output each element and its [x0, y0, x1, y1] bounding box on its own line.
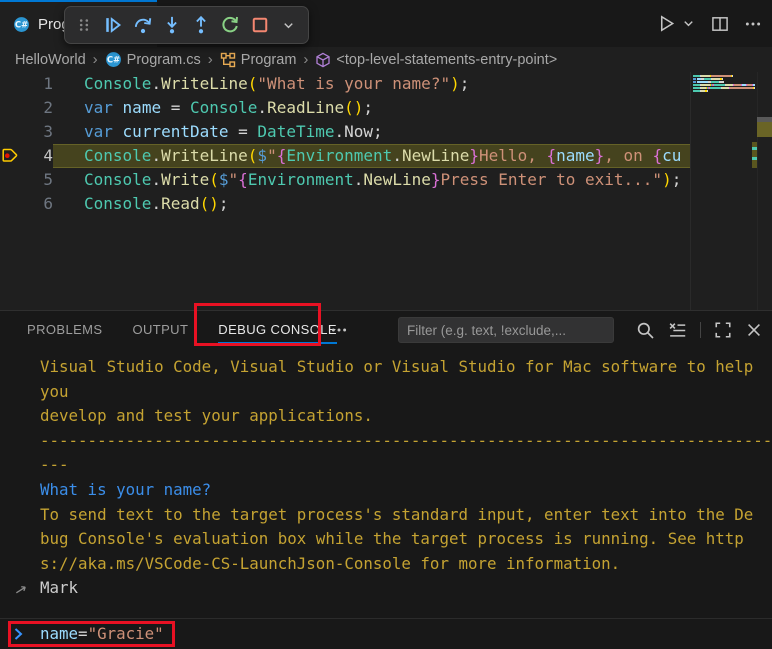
console-line: Visual Studio Code, Visual Studio or Vis… — [40, 355, 772, 380]
minimap-tick — [752, 157, 757, 160]
console-line: bug Console's evaluation box while the t… — [40, 527, 772, 552]
breadcrumb-label: HelloWorld — [15, 52, 86, 68]
continue-button[interactable] — [100, 10, 126, 40]
panel-header: PROBLEMS OUTPUT DEBUG CONSOLE — [0, 311, 772, 349]
bottom-panel: PROBLEMS OUTPUT DEBUG CONSOLE Visual Studi… — [0, 310, 772, 649]
ruler-current-line-marker — [757, 122, 772, 137]
code-editor[interactable]: 1Console.WriteLine("What is your name?")… — [0, 72, 772, 310]
console-input-text: name="Gracie" — [40, 624, 164, 643]
console-line: To send text to the target process's sta… — [40, 503, 772, 528]
stop-button[interactable] — [247, 10, 273, 40]
svg-text:C#: C# — [15, 21, 28, 31]
breadcrumb-label: Program — [241, 52, 297, 68]
panel-tabs: PROBLEMS OUTPUT DEBUG CONSOLE — [27, 311, 337, 349]
minimap-line — [693, 81, 757, 83]
breadcrumb-separator-icon: › — [208, 51, 213, 68]
editor-actions — [657, 0, 762, 47]
maximize-panel-icon[interactable] — [714, 321, 732, 339]
minimap-tick — [752, 147, 757, 150]
minimap-line — [693, 75, 757, 77]
breadcrumb-label: <top-level-statements-entry-point> — [336, 52, 557, 68]
code-text: var currentDate = DateTime.Now; — [53, 120, 690, 144]
current-statement-breakpoint-icon[interactable] — [1, 147, 19, 165]
code-line[interactable]: 2var name = Console.ReadLine(); — [0, 96, 690, 120]
code-line[interactable]: 1Console.WriteLine("What is your name?")… — [0, 72, 690, 96]
console-line: you — [40, 380, 772, 405]
breadcrumb-separator-icon: › — [303, 51, 308, 68]
console-filter-input[interactable] — [398, 317, 614, 343]
code-text: Console.WriteLine($"{Environment.NewLine… — [53, 144, 690, 168]
code-lines: 1Console.WriteLine("What is your name?")… — [0, 72, 690, 310]
console-line: s://aka.ms/VSCode-CS-LaunchJson-Console … — [40, 552, 772, 577]
line-number[interactable]: 2 — [0, 96, 53, 120]
minimap-line — [693, 90, 757, 92]
console-line: Mark — [40, 576, 772, 601]
breadcrumb-item[interactable]: Program — [220, 52, 297, 68]
console-line: develop and test your applications. — [40, 404, 772, 429]
console-line: --- — [40, 453, 772, 478]
code-text: var name = Console.ReadLine(); — [53, 96, 690, 120]
line-number[interactable]: 5 — [0, 168, 53, 192]
breadcrumb-item[interactable]: HelloWorld — [15, 52, 86, 68]
input-echo-arrow-icon — [14, 580, 29, 605]
breadcrumb-label: Program.cs — [127, 52, 201, 68]
step-over-button[interactable] — [130, 10, 156, 40]
breadcrumb-item[interactable]: C# Program.cs — [105, 51, 201, 68]
code-line[interactable]: 5Console.Write($"{Environment.NewLine}Pr… — [0, 168, 690, 192]
close-panel-icon[interactable] — [745, 321, 763, 339]
minimap-highlight-strip — [752, 142, 757, 168]
csharp-file-icon: C# — [13, 16, 30, 33]
minimap-line — [693, 87, 757, 89]
console-input-chevron-icon — [10, 626, 26, 646]
debug-console-input[interactable]: name="Gracie" — [0, 618, 772, 648]
line-number[interactable]: 1 — [0, 72, 53, 96]
clear-console-icon[interactable] — [668, 321, 687, 340]
minimap-line — [693, 84, 757, 86]
breadcrumb-separator-icon: › — [93, 51, 98, 68]
line-number[interactable]: 3 — [0, 120, 53, 144]
restart-button[interactable] — [217, 10, 243, 40]
breadcrumb: HelloWorld › C# Program.cs › Program › <top-lev… — [0, 47, 772, 72]
split-editor-button[interactable] — [711, 15, 729, 33]
breadcrumb-item[interactable]: <top-level-statements-entry-point> — [315, 52, 557, 68]
panel-more-tabs-icon[interactable] — [330, 311, 348, 349]
run-dropdown-button[interactable] — [681, 16, 696, 31]
step-out-button[interactable] — [188, 10, 214, 40]
debug-options-dropdown-button[interactable] — [276, 10, 302, 40]
console-filter — [398, 317, 614, 343]
minimap[interactable] — [690, 72, 757, 310]
step-into-button[interactable] — [159, 10, 185, 40]
panel-separator — [700, 322, 701, 338]
overview-ruler[interactable] — [757, 72, 772, 310]
panel-actions — [636, 311, 763, 349]
symbol-class-icon — [220, 52, 236, 68]
panel-tab-problems[interactable]: PROBLEMS — [27, 311, 102, 349]
panel-tab-debug-console[interactable]: DEBUG CONSOLE — [218, 311, 337, 349]
console-line: ----------------------------------------… — [40, 429, 772, 454]
vscode-window: C# Program.cs HelloWorld › C# Program.cs › Pr… — [0, 0, 772, 649]
code-text: Console.Write($"{Environment.NewLine}Pre… — [53, 168, 690, 192]
minimap-line — [693, 78, 757, 80]
gripper-handle[interactable] — [71, 10, 97, 40]
symbol-method-icon — [315, 52, 331, 68]
svg-text:C#: C# — [106, 56, 119, 66]
code-line[interactable]: 3var currentDate = DateTime.Now; — [0, 120, 690, 144]
panel-tab-output[interactable]: OUTPUT — [132, 311, 188, 349]
code-text: Console.Read(); — [53, 192, 690, 216]
code-text: Console.WriteLine("What is your name?"); — [53, 72, 690, 96]
more-actions-button[interactable] — [744, 15, 762, 33]
csharp-icon: C# — [105, 51, 122, 68]
debug-console-output: Visual Studio Code, Visual Studio or Vis… — [0, 349, 772, 618]
code-line[interactable]: 6Console.Read(); — [0, 192, 690, 216]
line-number[interactable]: 6 — [0, 192, 53, 216]
debug-toolbar — [64, 6, 309, 44]
run-or-debug-button[interactable] — [657, 14, 676, 33]
console-line: What is your name? — [40, 478, 772, 503]
search-icon[interactable] — [636, 321, 655, 340]
code-line[interactable]: 4Console.WriteLine($"{Environment.NewLin… — [0, 144, 690, 168]
